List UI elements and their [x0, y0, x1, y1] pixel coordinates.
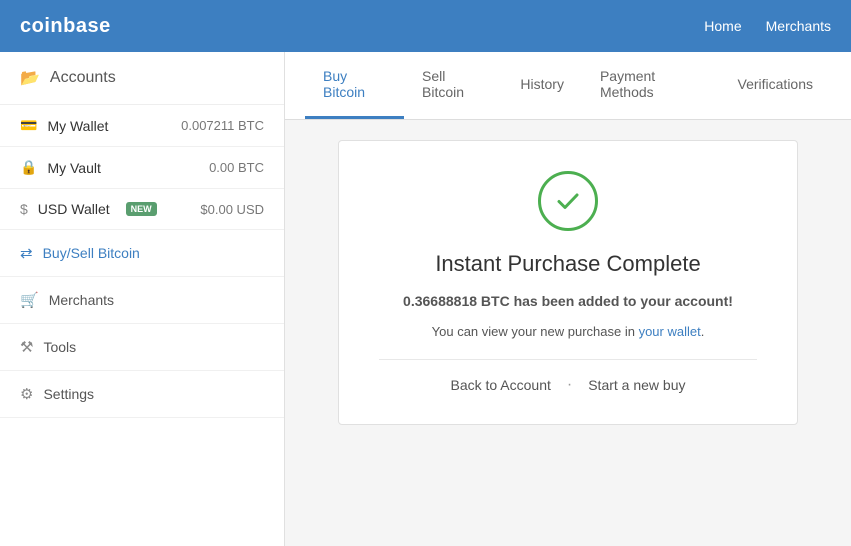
action-separator: · — [567, 376, 572, 394]
buy-sell-label: Buy/Sell Bitcoin — [43, 245, 140, 261]
content-area: Instant Purchase Complete 0.36688818 BTC… — [285, 120, 851, 546]
purchase-description: 0.36688818 BTC has been added to your ac… — [379, 291, 757, 312]
sidebar-item-merchants[interactable]: 🛒 Merchants — [0, 277, 284, 324]
my-vault-balance: 0.00 BTC — [209, 160, 264, 175]
vault-icon: 🔒 — [20, 159, 37, 176]
tab-verifications[interactable]: Verifications — [720, 60, 831, 111]
accounts-icon: 📂 — [20, 68, 40, 88]
nav-home[interactable]: Home — [704, 18, 741, 34]
sidebar-item-my-vault[interactable]: 🔒 My Vault 0.00 BTC — [0, 147, 284, 189]
sidebar-item-tools[interactable]: ⚒ Tools — [0, 324, 284, 371]
logo: coinbase — [20, 15, 111, 38]
sidebar-item-my-wallet[interactable]: 💳 My Wallet 0.007211 BTC — [0, 105, 284, 147]
wallet-link-suffix: . — [701, 324, 705, 339]
back-to-account-button[interactable]: Back to Account — [450, 377, 550, 393]
start-new-buy-button[interactable]: Start a new buy — [588, 377, 685, 393]
success-icon — [538, 171, 598, 231]
purchase-amount: 0.36688818 BTC has been added to your ac… — [403, 293, 733, 309]
new-badge: NEW — [126, 202, 157, 216]
my-wallet-balance: 0.007211 BTC — [181, 118, 264, 133]
wallet-link-prefix: You can view your new purchase in — [432, 324, 639, 339]
layout: 📂 Accounts 💳 My Wallet 0.007211 BTC 🔒 My… — [0, 52, 851, 546]
wallet-link[interactable]: your wallet — [639, 324, 701, 339]
tab-buy-bitcoin[interactable]: Buy Bitcoin — [305, 52, 404, 119]
tools-icon: ⚒ — [20, 338, 33, 356]
merchants-label: Merchants — [49, 292, 114, 308]
wallet-icon: 💳 — [20, 117, 37, 134]
my-vault-name: My Vault — [47, 160, 100, 176]
accounts-header: 📂 Accounts — [0, 52, 284, 105]
accounts-label: Accounts — [50, 69, 116, 87]
header: coinbase Home Merchants — [0, 0, 851, 52]
tools-label: Tools — [43, 339, 76, 355]
cart-icon: 🛒 — [20, 291, 39, 309]
gear-icon: ⚙ — [20, 385, 33, 403]
settings-label: Settings — [43, 386, 94, 402]
purchase-title: Instant Purchase Complete — [379, 251, 757, 277]
exchange-icon: ⇄ — [20, 244, 33, 262]
sidebar-item-buy-sell[interactable]: ⇄ Buy/Sell Bitcoin — [0, 230, 284, 277]
sidebar-item-settings[interactable]: ⚙ Settings — [0, 371, 284, 418]
purchase-complete-card: Instant Purchase Complete 0.36688818 BTC… — [338, 140, 798, 425]
header-nav: Home Merchants — [704, 18, 831, 34]
nav-merchants[interactable]: Merchants — [766, 18, 831, 34]
tab-payment-methods[interactable]: Payment Methods — [582, 52, 720, 119]
sidebar: 📂 Accounts 💳 My Wallet 0.007211 BTC 🔒 My… — [0, 52, 285, 546]
purchase-wallet-line: You can view your new purchase in your w… — [379, 324, 757, 339]
dollar-icon: $ — [20, 201, 28, 217]
main-content: Buy Bitcoin Sell Bitcoin History Payment… — [285, 52, 851, 546]
sidebar-item-usd-wallet[interactable]: $ USD Wallet NEW $0.00 USD — [0, 189, 284, 230]
usd-wallet-balance: $0.00 USD — [200, 202, 264, 217]
tabs: Buy Bitcoin Sell Bitcoin History Payment… — [285, 52, 851, 120]
my-wallet-name: My Wallet — [47, 118, 108, 134]
card-divider — [379, 359, 757, 360]
usd-wallet-name: USD Wallet — [38, 201, 110, 217]
tab-history[interactable]: History — [502, 60, 582, 111]
purchase-actions: Back to Account · Start a new buy — [379, 376, 757, 394]
tab-sell-bitcoin[interactable]: Sell Bitcoin — [404, 52, 502, 119]
